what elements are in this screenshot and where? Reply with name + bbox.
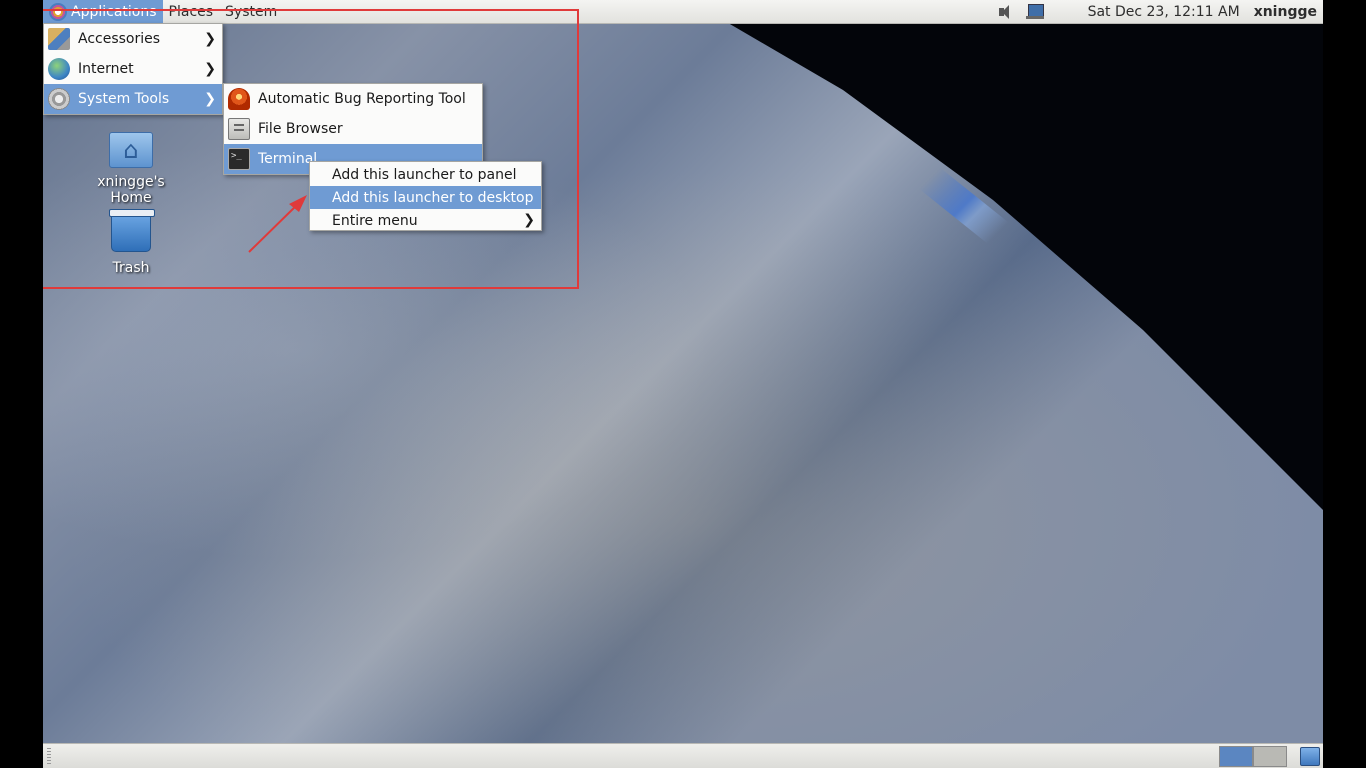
annotation-arrow-line <box>248 201 301 253</box>
bottom-panel <box>43 743 1323 768</box>
panel-drag-handle[interactable] <box>47 748 51 764</box>
desktop-screen: Applications Places System Sat Dec 23, 1… <box>43 0 1323 768</box>
workspace-switcher-1[interactable] <box>1219 746 1253 767</box>
show-desktop-icon[interactable] <box>1300 747 1320 766</box>
annotation-arrow <box>248 195 307 253</box>
workspace-switcher-2[interactable] <box>1253 746 1287 767</box>
